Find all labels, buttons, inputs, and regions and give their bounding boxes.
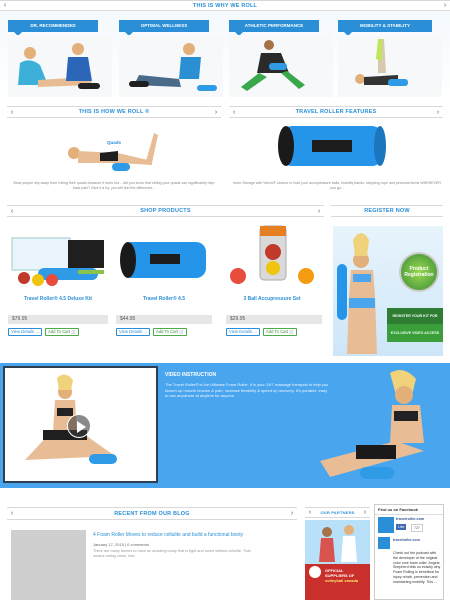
cart-icon: 🛒 bbox=[289, 329, 295, 334]
exclusive-video-cta[interactable]: EXCLUSIVE VIDEO ACCESS bbox=[387, 324, 443, 342]
section-title: TRAVEL ROLLER FEATURES bbox=[295, 109, 377, 115]
product-image-ball-set[interactable] bbox=[222, 224, 322, 290]
product-image-travel-roller[interactable] bbox=[114, 230, 214, 290]
tab-athletic-performance[interactable]: ATHLETIC PERFORMANCE bbox=[229, 20, 319, 36]
chevron-left-icon[interactable]: ‹ bbox=[7, 509, 17, 518]
facebook-like-count: 727 bbox=[411, 524, 423, 532]
partners-header: ‹ OUR PARTNERS › bbox=[305, 507, 370, 518]
tab-mobility-stability[interactable]: MOBILITY & STABILITY bbox=[338, 20, 432, 36]
view-details-button[interactable]: View Details → bbox=[8, 328, 43, 336]
chevron-right-icon[interactable]: › bbox=[440, 1, 450, 10]
add-to-cart-button[interactable]: Add To Cart 🛒 bbox=[263, 328, 298, 336]
chevron-right-icon[interactable]: › bbox=[287, 509, 297, 518]
facebook-widget: Find us on Facebook travelroller.com Lik… bbox=[374, 504, 444, 600]
section-title: RECENT FROM OUR BLOG bbox=[114, 510, 190, 517]
product-price: $44.95 bbox=[116, 315, 212, 324]
product-image-deluxe-kit[interactable] bbox=[8, 226, 108, 292]
product-name[interactable]: 3 Ball Accupressure Set bbox=[222, 296, 322, 302]
photo-mobility-stability[interactable] bbox=[338, 35, 442, 97]
add-to-cart-button[interactable]: Add To Cart 🛒 bbox=[45, 328, 80, 336]
features-caption: Inner Storage with Velcro® closure to ho… bbox=[233, 181, 441, 190]
chevron-left-icon[interactable]: ‹ bbox=[7, 108, 17, 117]
section-title: REGISTER NOW bbox=[364, 208, 410, 214]
badge-line: Registration bbox=[404, 272, 434, 278]
tab-optimal-wellness[interactable]: OPTIMAL WELLNESS bbox=[119, 20, 209, 36]
product-registration-badge[interactable]: Product Registration bbox=[399, 252, 439, 292]
quads-photo bbox=[60, 123, 164, 178]
video-player[interactable] bbox=[3, 366, 158, 483]
why-we-roll-header: ‹ THIS IS WHY WE ROLL › bbox=[0, 0, 450, 11]
add-to-cart-button[interactable]: Add To Cart 🛒 bbox=[153, 328, 188, 336]
recent-blog-header: ‹ RECENT FROM OUR BLOG › bbox=[7, 507, 297, 520]
product-name[interactable]: Travel Roller® 4.5 Deluxe Kit bbox=[8, 296, 108, 302]
view-details-button[interactable]: View Details → bbox=[226, 328, 261, 336]
blog-post-excerpt: There are many factors to have an amazin… bbox=[93, 549, 251, 558]
facebook-post-name[interactable]: travelroller.com bbox=[393, 538, 420, 542]
product-price: $79.95 bbox=[8, 315, 108, 324]
facebook-page-name[interactable]: travelroller.com bbox=[396, 517, 424, 521]
partner-line: volleyball canada bbox=[325, 578, 359, 583]
play-icon[interactable] bbox=[67, 414, 91, 438]
cart-icon: 🛒 bbox=[71, 329, 77, 334]
facebook-title: Find us on Facebook bbox=[375, 505, 443, 515]
photo-dr-recommended[interactable] bbox=[8, 35, 112, 97]
button-label: Add To Cart bbox=[48, 329, 71, 334]
shop-products-header: ‹ SHOP PRODUCTS › bbox=[7, 205, 324, 217]
video-title: VIDEO INSTRUCTION bbox=[165, 372, 217, 378]
chevron-left-icon[interactable]: ‹ bbox=[7, 207, 17, 216]
section-title: THIS IS HOW WE ROLL ® bbox=[78, 109, 150, 115]
chevron-right-icon[interactable]: › bbox=[360, 508, 370, 517]
section-title: THIS IS WHY WE ROLL bbox=[192, 2, 258, 9]
section-title: OUR PARTNERS bbox=[320, 510, 355, 515]
button-label: Add To Cart bbox=[266, 329, 289, 334]
blog-post-title[interactable]: 4 Foam Roller Moves to reduce cellulite … bbox=[93, 532, 293, 538]
partner-banner[interactable]: OFFICIAL SUPPLIERS OF volleyball canada bbox=[305, 520, 370, 600]
facebook-avatar[interactable] bbox=[378, 517, 394, 533]
tab-dr-recommended[interactable]: DR. RECOMMENDED bbox=[8, 20, 98, 36]
quads-label: Quads bbox=[107, 140, 122, 145]
video-model-image bbox=[300, 365, 450, 488]
travel-roller-features-header: ‹ TRAVEL ROLLER FEATURES › bbox=[229, 106, 443, 118]
blog-post-meta: January 17, 2015 | 0 comments bbox=[93, 542, 149, 547]
photo-athletic-performance[interactable] bbox=[229, 35, 333, 97]
how-we-roll-header: ‹ THIS IS HOW WE ROLL ® › bbox=[7, 106, 221, 118]
facebook-post-text: Check out the podcast with the developer… bbox=[393, 551, 441, 584]
product-name[interactable]: Travel Roller® 4.5 bbox=[114, 296, 214, 302]
partner-text: OFFICIAL SUPPLIERS OF volleyball canada bbox=[325, 568, 358, 583]
chevron-left-icon[interactable]: ‹ bbox=[0, 1, 10, 10]
roller-product-photo bbox=[268, 120, 398, 175]
section-title: SHOP PRODUCTS bbox=[140, 208, 191, 214]
product-price: $29.95 bbox=[226, 315, 322, 324]
button-label: Add To Cart bbox=[156, 329, 179, 334]
how-we-roll-caption: Most people shy away from rolling their … bbox=[13, 181, 215, 190]
register-banner[interactable]: Product Registration REGISTER YOUR KIT F… bbox=[333, 226, 443, 356]
register-now-header: REGISTER NOW bbox=[331, 205, 443, 217]
chevron-right-icon[interactable]: › bbox=[433, 108, 443, 117]
chevron-right-icon[interactable]: › bbox=[314, 207, 324, 216]
blog-thumbnail[interactable] bbox=[11, 530, 86, 600]
chevron-left-icon[interactable]: ‹ bbox=[305, 508, 315, 517]
chevron-left-icon[interactable]: ‹ bbox=[229, 108, 239, 117]
facebook-post-avatar bbox=[378, 537, 390, 549]
cart-icon: 🛒 bbox=[179, 329, 185, 334]
photo-optimal-wellness[interactable] bbox=[119, 35, 223, 97]
register-cta[interactable]: REGISTER YOUR KIT FOR bbox=[387, 308, 443, 324]
facebook-like-button[interactable]: Like bbox=[396, 524, 407, 530]
view-details-button[interactable]: View Details → bbox=[116, 328, 151, 336]
chevron-right-icon[interactable]: › bbox=[211, 108, 221, 117]
